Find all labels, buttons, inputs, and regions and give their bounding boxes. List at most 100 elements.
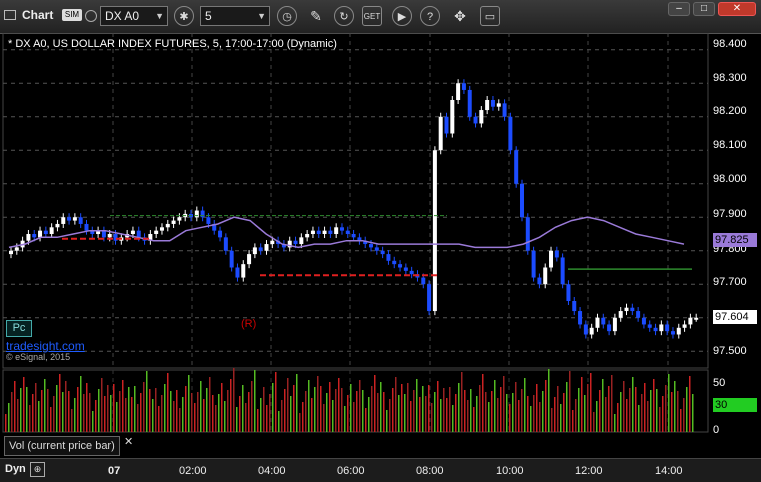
volume-bar [428, 385, 430, 432]
clock-icon[interactable]: ◷ [277, 6, 297, 26]
candle [316, 230, 321, 234]
volume-bar [518, 400, 520, 432]
candle [241, 264, 246, 278]
pencil-icon[interactable]: ✎ [306, 6, 326, 26]
minimize-button[interactable]: – [668, 2, 690, 16]
candle [601, 317, 606, 325]
volume-bar [443, 388, 445, 432]
volume-bar [287, 378, 289, 432]
volume-bar [515, 382, 517, 432]
volume-bar [71, 409, 73, 432]
candle [485, 100, 490, 111]
volume-bar [476, 396, 478, 432]
volume-bar [368, 397, 370, 432]
close-button[interactable]: ✕ [718, 2, 756, 16]
volume-bar [335, 389, 337, 432]
volume-bar [143, 382, 145, 432]
candle [560, 257, 565, 285]
volume-bar [302, 402, 304, 432]
candle [444, 116, 449, 134]
candle [101, 230, 106, 238]
volume-bar [221, 383, 223, 432]
volume-bar [317, 376, 319, 432]
candle [624, 307, 629, 312]
candle [229, 250, 234, 268]
volume-bar [131, 397, 133, 432]
volume-bar [68, 391, 70, 432]
volume-bar [254, 370, 256, 432]
volume-bar [374, 375, 376, 432]
volume-bar [194, 403, 196, 432]
volume-bar [536, 384, 538, 432]
price-chart[interactable] [0, 33, 761, 481]
tools-icon[interactable]: ✥ [450, 6, 470, 26]
volume-bar [632, 377, 634, 432]
candle [165, 223, 170, 228]
candle [252, 247, 257, 255]
candle [258, 247, 263, 251]
volume-bar [62, 392, 64, 432]
volume-bar [137, 404, 139, 432]
maximize-button[interactable]: □ [693, 2, 715, 16]
volume-bar [188, 375, 190, 432]
volume-bar [455, 394, 457, 432]
volume-bar [305, 391, 307, 432]
volume-bar [500, 387, 502, 432]
volume-bar [32, 394, 34, 432]
volume-bar [614, 414, 616, 432]
volume-bar [389, 399, 391, 432]
candle [554, 250, 559, 258]
candle [107, 234, 112, 238]
volume-bar [290, 396, 292, 432]
volume-bar [29, 405, 31, 432]
volume-bar [464, 390, 466, 432]
candle [322, 230, 327, 234]
volume-bar [311, 398, 313, 432]
volume-bar [365, 408, 367, 432]
link-icon[interactable] [85, 10, 97, 22]
price-label: 98.300 [713, 72, 747, 84]
pc-button[interactable]: Pc [6, 320, 32, 337]
volume-bar [149, 389, 151, 432]
volume-bar [266, 405, 268, 432]
candle [566, 284, 571, 301]
candle [607, 324, 612, 332]
chevron-down-icon[interactable]: ▼ [257, 7, 266, 25]
volume-bar [119, 391, 121, 432]
volume-bar [359, 380, 361, 432]
volume-bar [89, 393, 91, 432]
chevron-down-icon[interactable]: ▼ [155, 7, 164, 25]
volume-bar [116, 402, 118, 432]
candle [206, 217, 211, 224]
volume-panel-label[interactable]: Vol (current price bar) [4, 436, 120, 456]
get-icon[interactable]: GET [362, 6, 382, 26]
volume-bar [410, 401, 412, 432]
price-label: 97.900 [713, 208, 747, 220]
help-icon[interactable]: ? [420, 6, 440, 26]
candle [409, 270, 414, 275]
volume-bar [599, 390, 601, 432]
price-label: 98.400 [713, 38, 747, 50]
comment-icon[interactable]: ▭ [480, 6, 500, 26]
refresh-icon[interactable]: ↻ [334, 6, 354, 26]
volume-bar [92, 411, 94, 432]
candle [247, 254, 252, 265]
volume-bar [638, 405, 640, 432]
volume-bar [77, 387, 79, 432]
interval-input[interactable]: 5 ▼ [200, 6, 270, 26]
app-title: Chart [22, 8, 54, 22]
gear-icon[interactable]: ✱ [174, 6, 194, 26]
volume-bar [530, 406, 532, 432]
lock-icon[interactable]: ⊕ [30, 462, 45, 477]
volume-bar [203, 399, 205, 432]
volume-bar [611, 375, 613, 432]
volume-bar [176, 390, 178, 432]
play-icon[interactable]: ▶ [392, 6, 412, 26]
volume-bar [233, 368, 235, 432]
volume-bar [218, 394, 220, 432]
candle [398, 264, 403, 268]
volume-bar [533, 395, 535, 432]
candle [665, 324, 670, 332]
close-icon[interactable]: ✕ [124, 435, 133, 448]
symbol-input[interactable]: DX A0 ▼ [100, 6, 168, 26]
